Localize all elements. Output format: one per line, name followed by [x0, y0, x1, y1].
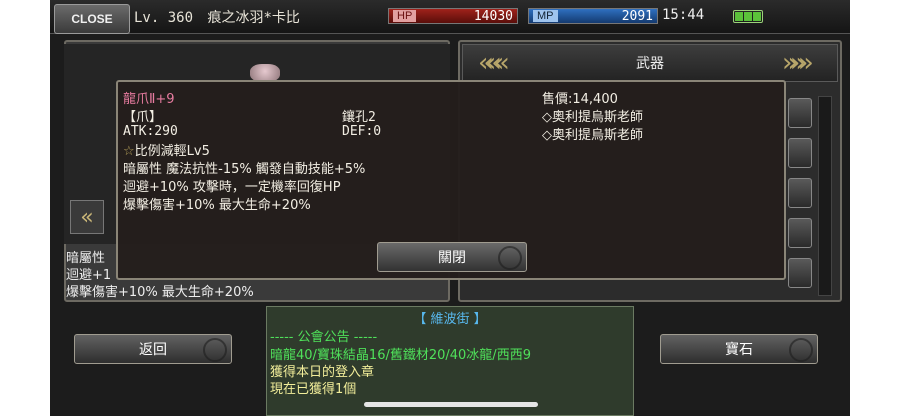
gem-button[interactable]: 寶石 [660, 334, 818, 364]
star-icon: ☆ [123, 144, 135, 159]
item-def: DEF:0 [342, 124, 382, 139]
next-category-icon[interactable]: »»» [782, 48, 814, 78]
item-attr-line: 爆擊傷害+10% 最大生命+20% [123, 198, 311, 213]
mp-bar: MP 2091 [528, 8, 658, 24]
item-sockets: 鑲孔2 [342, 110, 376, 125]
item-slot[interactable] [788, 258, 812, 288]
item-skill: ☆比例減輕Lv5 [123, 144, 210, 159]
hp-label: HP [393, 9, 417, 24]
character-name: 痕之冰羽*卡比 [207, 10, 300, 26]
item-price: 售價:14,400 [542, 92, 618, 107]
chat-line: 現在已獲得1個 [270, 382, 357, 397]
swirl-ornament-icon [203, 338, 227, 362]
stat-line: 爆擊傷害+10% 最大生命+20% [66, 285, 254, 300]
swirl-ornament-icon [789, 338, 813, 362]
home-indicator[interactable] [364, 402, 538, 407]
mp-label: MP [533, 9, 558, 24]
vendor-name: ◇奧利提烏斯老師 [542, 110, 643, 125]
swirl-ornament-icon [498, 246, 522, 270]
hp-value: 14030 [473, 9, 513, 24]
item-attr-line: 迴避+10% 攻擊時，一定機率回復HP [123, 180, 341, 195]
clock: 15:44 [662, 7, 705, 23]
chevron-left-icon[interactable]: « [70, 200, 104, 234]
item-slot[interactable] [788, 178, 812, 208]
item-name: 龍爪Ⅱ+9 [123, 92, 175, 107]
mp-value: 2091 [621, 9, 653, 24]
chat-channel-title: 【 維波街 】 [413, 312, 487, 327]
scrollbar[interactable] [818, 96, 832, 296]
character-level: Lv. 360 [134, 10, 194, 26]
item-atk: ATK:290 [123, 124, 178, 139]
close-tooltip-button[interactable]: 關閉 [377, 242, 527, 272]
item-slot[interactable] [788, 218, 812, 248]
close-button[interactable]: CLOSE [54, 4, 130, 34]
chat-line: ----- 公會公告 ----- [270, 330, 378, 345]
character-info: Lv. 360 痕之冰羽*卡比 [134, 7, 300, 27]
category-label: 武器 [636, 56, 664, 72]
item-slot[interactable] [788, 98, 812, 128]
battery-icon [733, 10, 763, 23]
item-type: 【爪】 [123, 110, 163, 125]
vendor-name: ◇奧利提烏斯老師 [542, 128, 643, 143]
hp-bar: HP 14030 [388, 8, 518, 24]
back-button[interactable]: 返回 [74, 334, 232, 364]
prev-category-icon[interactable]: ««« [478, 48, 510, 78]
item-slot[interactable] [788, 138, 812, 168]
item-attr-line: 暗屬性 魔法抗性-15% 觸發自動技能+5% [123, 162, 366, 177]
